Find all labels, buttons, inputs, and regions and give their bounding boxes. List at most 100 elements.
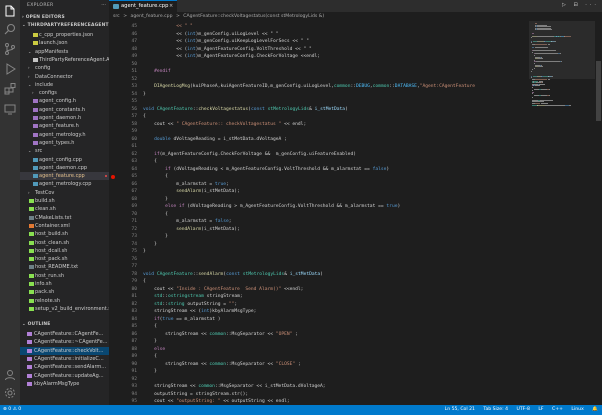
h-file-icon [33,140,38,145]
tree-item[interactable]: agent_metrology.cpp [20,180,109,188]
outline-item[interactable]: kbyAlarmMsgType [20,380,109,388]
account-icon[interactable] [3,368,17,382]
end-of-line[interactable]: LF [538,407,543,412]
cursor-position[interactable]: Ln 55, Col 21 [445,407,475,412]
code-line: stringStream << (int)kbyAlarmMsgType; [143,308,256,316]
code-token: } [143,369,157,374]
tree-item[interactable]: ⌄ appManifests [20,48,109,56]
outline-item[interactable]: CAgentFeature::CAgentFe... [20,330,109,338]
code-line: { [143,211,168,219]
tree-item[interactable]: CMakeLists.txt [20,214,109,222]
file-encoding[interactable]: UTF-8 [516,407,529,412]
code-token: true [386,204,398,209]
code-token: else [143,346,166,352]
line-number: 80 [131,286,137,292]
platform-indicator[interactable]: Linux [571,407,583,412]
code-line: } [143,248,146,256]
tree-item[interactable]: agent_constants.h [20,106,109,114]
tree-item[interactable]: agent_feature.cpp [20,172,109,181]
code-area[interactable]: << " " << (int)m_genConfig.uiLogLevel <<… [143,21,529,405]
remote-icon[interactable] [3,102,17,116]
tree-item[interactable]: clean.sh [20,205,109,213]
tab-size[interactable]: Tab Size: 4 [483,407,508,412]
tree-item[interactable]: relnote.sh [20,297,109,305]
language-mode[interactable]: C++ [552,407,563,412]
outline-item[interactable]: CAgentFeature::sendAlarm... [20,363,109,371]
vertical-scrollbar[interactable] [595,21,602,405]
code-token: common [198,384,215,389]
tree-item[interactable]: ⌄ include [20,81,109,89]
tree-item[interactable]: host_README.txt [20,263,109,271]
code-line: m_alarmstat = true; [143,181,229,189]
problems-status[interactable]: ⊗ 0 ⚠ 0 [3,405,21,415]
tree-item[interactable]: agent_config.h [20,97,109,105]
tree-item[interactable]: c_cpp_properties.json [20,31,109,39]
tree-item[interactable]: build.sh [20,197,109,205]
line-number: 78 [131,271,137,277]
tree-item[interactable]: pack.sh [20,288,109,296]
code-token: int [187,39,196,44]
breadcrumb-item[interactable]: src [113,14,120,19]
tree-item[interactable]: agent_types.h [20,139,109,147]
editor-actions[interactable]: ▷ ⊟ ··· [562,2,599,8]
outline-item[interactable]: CAgentFeature::~CAgentFe... [20,338,109,346]
code-token: )m_AgentFeatureConfig.VoltThreshold << "… [195,46,312,52]
tree-item[interactable]: Container.xml [20,222,109,230]
minimap-slider[interactable] [529,21,595,79]
open-editors-label: OPEN EDITORS [25,15,65,20]
tree-item[interactable]: host_run.sh [20,272,109,280]
line-number: 64 [131,166,137,172]
notifications-bell-icon[interactable]: 🔔 [592,407,598,412]
code-editor[interactable]: 45 46 47 48 49 50 51 52 53 54 55 56 57 58 59 60 61 62 63 64… [109,21,529,405]
tree-item[interactable]: ThirdPartyReferenceAgent.A... [20,56,109,64]
code-token: ; [292,331,298,337]
tree-item[interactable]: agent_daemon.h [20,114,109,122]
tree-item[interactable]: › DataConnector [20,73,109,81]
tree-item[interactable]: setup_v2_build_environment.sh [20,305,109,313]
run-debug-icon[interactable] [3,62,17,76]
line-number: 68 [131,196,137,202]
code-token: " CAgentFeature:: checkVoltagestatus " [176,121,282,127]
outline-item[interactable]: CAgentFeature::updateAg... [20,372,109,380]
line-number: 69 [131,204,137,209]
tree-item[interactable]: agent_feature.h [20,122,109,130]
breakpoint-icon[interactable] [111,174,115,179]
tree-item[interactable]: › configs [20,89,109,97]
tab-agent-feature-cpp[interactable]: agent_feature.cpp × [109,0,177,12]
tree-item[interactable]: info.sh [20,280,109,288]
outline-item[interactable]: CAgentFeature::initializeC... [20,355,109,363]
outline-item[interactable]: CAgentFeature::checkVolt... [20,346,109,355]
tree-item[interactable]: agent_metrology.h [20,131,109,139]
tree-item[interactable]: ⌄ src [20,147,109,155]
tree-item[interactable]: host_dcall.sh [20,247,109,255]
tree-item[interactable]: agent_daemon.cpp [20,164,109,172]
tree-item[interactable]: host_pack.sh [20,255,109,263]
settings-gear-icon[interactable] [3,386,17,400]
explorer-more-icon[interactable]: ··· [101,2,106,8]
tree-item-label: appManifests [35,48,69,55]
project-section[interactable]: ⌄ THIRDPARTYREFERENCEAGENT [22,23,109,28]
tree-item[interactable]: agent_config.cpp [20,156,109,164]
file-file-icon [33,57,38,62]
tree-item[interactable]: › TestCov [20,189,109,197]
breadcrumb-item[interactable]: agent_feature.cpp [131,14,173,19]
search-icon[interactable] [3,22,17,36]
tree-item[interactable]: › config [20,64,109,72]
extensions-icon[interactable] [3,82,17,96]
files-icon[interactable] [3,4,17,18]
code-token: << ( [176,46,188,52]
breadcrumb: src > agent_feature.cpp > CAgentFeature:… [109,12,602,21]
scrollbar-thumb[interactable] [596,61,601,121]
close-icon[interactable]: × [169,3,173,9]
tree-item-label: agent_metrology.cpp [39,181,92,188]
tree-item[interactable]: host_clean.sh [20,239,109,247]
tree-item[interactable]: launch.json [20,39,109,47]
breadcrumb-item[interactable]: CAgentFeature::checkVoltagestatus(const … [183,14,324,19]
outline-section[interactable]: ⌄ OUTLINE [22,322,50,327]
source-control-icon[interactable] [3,42,17,56]
open-editors-section[interactable]: › OPEN EDITORS [22,15,65,20]
code-line: if(m_AgentFeatureConfig.CheckForVoltage … [143,151,356,159]
tree-item[interactable]: host_build.sh [20,230,109,238]
